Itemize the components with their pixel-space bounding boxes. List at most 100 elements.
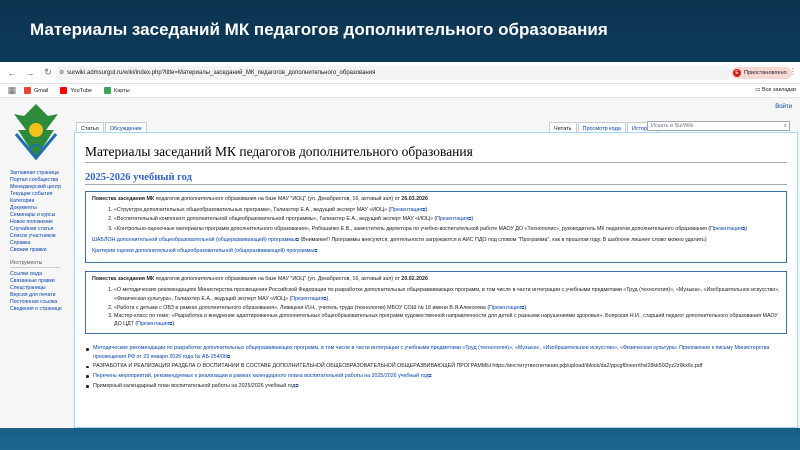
resource-text: РАЗРАБОТКА И РЕАЛИЗАЦИЯ РАЗДЕЛА О ВОСПИТ… [93,362,703,369]
agenda-item-text: Мастер-класс по теме: «Разработка и внед… [114,313,778,328]
sidebar-link[interactable]: Случайная статья [10,226,72,233]
wiki-page: Войти Статья Обсуждение Читать Просмотр … [0,98,800,428]
bookmark-label: YouTube [70,87,92,94]
agenda-item-text: «Контрольно-оценочные материалы программ… [114,225,711,232]
agenda-item: «Воспитательный компонент дополнительной… [114,215,780,223]
search-input[interactable]: Искать в SurWiki ⌕ [647,121,790,131]
agenda-item: «Контрольно-оценочные материалы программ… [114,225,780,233]
agenda-item-tail: ) [471,216,474,223]
sidebar-tool-link[interactable]: Связанные правки [10,278,72,285]
external-link-icon: ⧉ [226,353,231,359]
agenda-item: Мастер-класс по теме: «Разработка и внед… [114,313,780,328]
sidebar-link[interactable]: Категории [10,198,72,205]
sidebar-link[interactable]: Менеджерский центр [10,184,72,191]
sidebar-link[interactable]: Портал сообщества [10,177,72,184]
page-title: Материалы заседаний МК педагогов дополни… [85,144,787,163]
sidebar-tool-link[interactable]: Спецстраницы [10,285,72,292]
section-heading: 2025-2026 учебный год [85,172,787,185]
external-link-icon: ⧉ [428,373,432,379]
bookmarks-bar: ▦ Gmail YouTube Карты ▭ Все закладки [0,84,800,98]
site-info-icon[interactable]: ⚙ [59,66,64,80]
resource-item: Методические рекомендации по разработке … [85,345,787,360]
sidebar-link[interactable]: Новое положение [10,219,72,226]
sidebar-tool-link[interactable]: Ссылки сюда [10,271,72,278]
sidebar: Заглавная страница Портал сообщества Менед… [10,170,72,313]
more-menu-icon[interactable]: ⋮ [789,67,797,76]
sidebar-tools-heading: Инструменты [10,260,60,268]
agenda-item-text: «О методических рекомендациях Министерст… [114,287,780,302]
gmail-icon [24,87,31,94]
url-input[interactable]: ⚙ surwiki.admsurgut.ru/wiki/index.php?ti… [55,66,731,80]
sidebar-link[interactable]: Документы [10,205,72,212]
all-bookmarks-button[interactable]: ▭ Все закладки [755,87,796,93]
agenda-heading-text: педагогов дополнительного образования на… [154,276,402,283]
bookmark-gmail[interactable]: Gmail [24,87,48,94]
agenda-item-tail: ) [425,207,428,214]
apps-grid-icon[interactable]: ▦ [6,85,18,97]
content-area: Материалы заседаний МК педагогов дополни… [74,132,798,428]
agenda-heading-bold: Повестка заседания МК [92,196,155,202]
presentation-link[interactable]: Презентация [436,216,468,222]
agenda-box-1: Повестка заседания МК педагогов дополнит… [85,191,787,264]
agenda-list: «Структура дополнительных общеобразовате… [92,206,780,233]
sidebar-tool-link[interactable]: Версия для печати [10,292,72,299]
back-icon[interactable]: ← [6,67,18,79]
agenda-box-2: Повестка заседания МК педагогов дополнит… [85,271,787,335]
agenda-heading-bold: Повестка заседания МК [92,276,155,283]
presentation-link[interactable]: Презентация [291,296,323,302]
sidebar-link[interactable]: Текущие события [10,191,72,198]
sidebar-link[interactable]: Справка [10,240,72,247]
criteria-link[interactable]: Критерии оценки дополнительной общеобраз… [92,248,314,254]
maps-icon [104,87,111,94]
agenda-item: «Работа с детьми с ОВЗ в рамках дополнит… [114,304,780,312]
login-link[interactable]: Войти [775,104,792,110]
all-bookmarks-label: Все закладки [761,87,796,93]
presentation-link[interactable]: Презентация [137,321,169,327]
agenda-date: 26.03.2026 [401,196,428,202]
sidebar-link[interactable]: Семинары и курсы [10,212,72,219]
agenda-item: «Структура дополнительных общеобразовате… [114,206,780,214]
presentation-link[interactable]: Презентация [710,226,742,232]
browser-window: ← → ↻ ⚙ surwiki.admsurgut.ru/wiki/index.… [0,62,800,428]
sidebar-link[interactable]: Список участников [10,233,72,240]
search-placeholder: Искать в SurWiki [651,123,694,129]
agenda-item: «О методических рекомендациях Министерст… [114,287,780,302]
reload-icon[interactable]: ↻ [42,67,54,79]
resource-link[interactable]: Методические рекомендации по разработке … [93,345,769,359]
sidebar-tool-link[interactable]: Сведения о странице [10,306,72,313]
slide-title: Материалы заседаний МК педагогов дополни… [30,20,608,39]
template-link[interactable]: ШАБЛОН дополнительной общеобразовательно… [92,237,296,243]
external-link-icon: ⧉ [295,383,299,389]
agenda-item-text: «Работа с детьми с ОВЗ в рамках дополнит… [114,304,490,311]
presentation-link[interactable]: Презентация [390,207,422,213]
avatar: E [733,69,741,77]
sidebar-link[interactable]: Свежие правки [10,247,72,254]
resource-item: РАЗРАБОТКА И РЕАЛИЗАЦИЯ РАЗДЕЛА О ВОСПИТ… [85,363,787,370]
resource-link[interactable]: Перечень мероприятий, рекомендуемых к ре… [93,373,428,379]
slide-bottom-band [0,428,800,450]
youtube-icon [60,87,68,94]
profile-label: Приостановлено [744,70,787,76]
url-text: surwiki.admsurgut.ru/wiki/index.php?titl… [67,70,376,76]
profile-button[interactable]: E Приостановлено [731,67,792,79]
sidebar-navigation: Заглавная страница Портал сообщества Менед… [10,170,72,254]
agenda-list: «О методических рекомендациях Министерст… [92,287,780,328]
agenda-item-text: «Структура дополнительных общеобразовате… [114,207,391,214]
sidebar-tool-link[interactable]: Постоянная ссылка [10,299,72,306]
resource-list: Методические рекомендации по разработке … [85,345,787,390]
site-logo[interactable] [4,100,68,162]
resource-item: Перечень мероприятий, рекомендуемых к ре… [85,372,787,380]
sidebar-link[interactable]: Заглавная страница [10,170,72,177]
agenda-item-tail: ). [326,295,330,302]
resource-item: Примерный календарный план воспитательно… [85,382,787,390]
bookmark-maps[interactable]: Карты [104,87,130,94]
agenda-heading-text: педагогов дополнительного образования на… [154,196,402,202]
bookmark-youtube[interactable]: YouTube [60,87,92,94]
presentation-link[interactable]: Презентация [489,305,521,311]
agenda-heading: Повестка заседания МК педагогов дополнит… [92,276,780,283]
forward-icon[interactable]: → [24,67,36,79]
search-icon[interactable]: ⌕ [784,122,787,131]
resource-text: Примерный календарный план воспитательно… [93,383,296,390]
external-link-icon: ⧉ [314,248,318,254]
criteria-line: Критерии оценки дополнительной общеобраз… [92,247,780,255]
